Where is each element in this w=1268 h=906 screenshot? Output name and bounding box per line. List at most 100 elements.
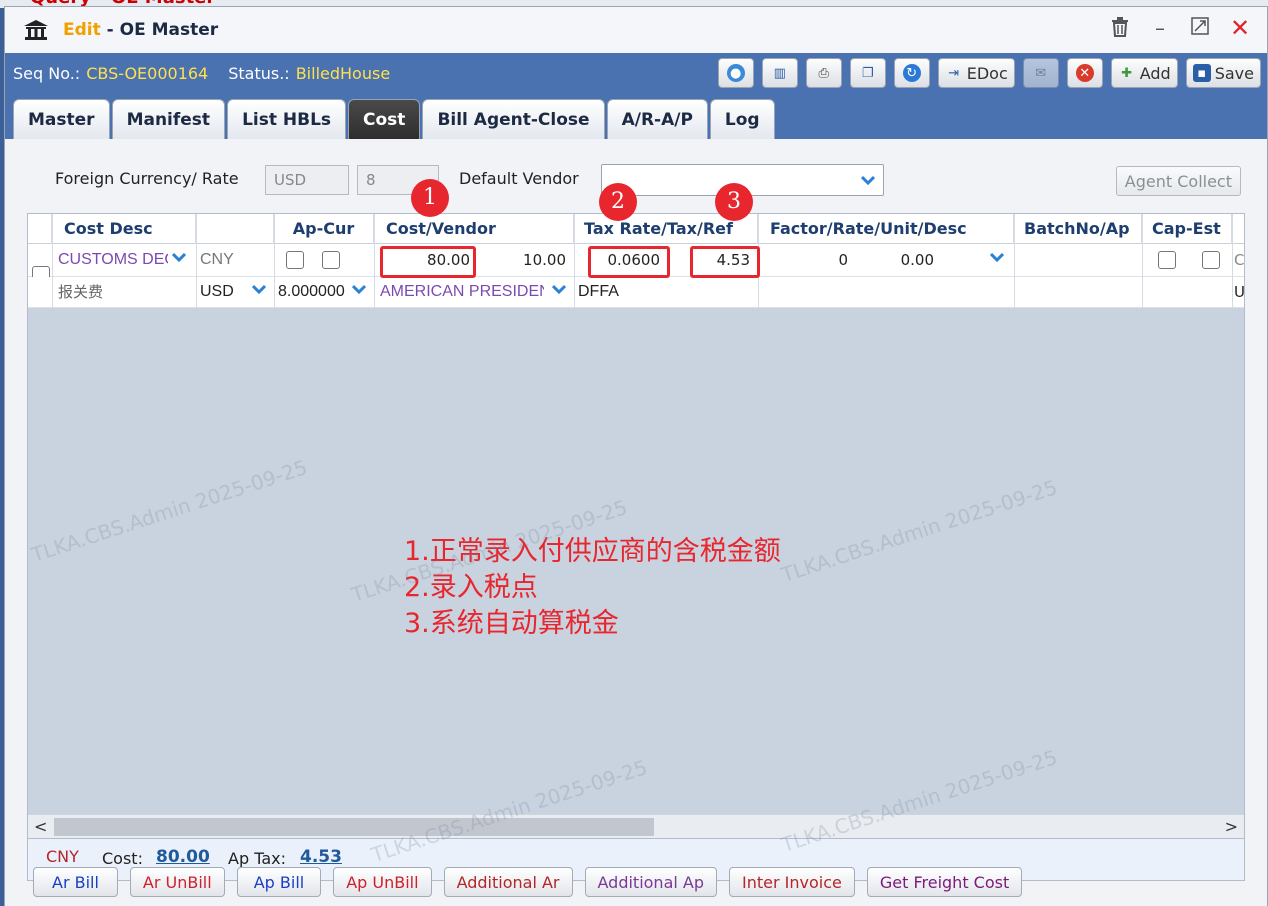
close-icon[interactable]: ✕ [1229, 16, 1251, 40]
inter-invoice-button[interactable]: Inter Invoice [729, 867, 855, 897]
login-icon: ⇥ [948, 65, 960, 81]
ar-unbill-button[interactable]: Ar UnBill [129, 867, 225, 897]
default-vendor-label: Default Vendor [459, 169, 579, 188]
header-cost-desc: Cost Desc [52, 214, 196, 244]
truncated-cell: U [1234, 283, 1245, 301]
currency-field[interactable]: USD [265, 165, 349, 195]
globe-icon: ● [726, 64, 745, 82]
grid-line [1232, 214, 1233, 308]
tab-log[interactable]: Log [709, 99, 775, 139]
ref-field[interactable]: DFFA [578, 277, 619, 307]
ap-unbill-button[interactable]: Ap UnBill [333, 867, 432, 897]
cap-checkbox[interactable] [1158, 251, 1176, 269]
cost-total-value[interactable]: 80.00 [156, 847, 210, 867]
chevron-down-icon[interactable] [171, 248, 187, 266]
seq-label: Seq No.: [13, 63, 81, 83]
refresh-button[interactable]: ↻ [893, 58, 930, 88]
toolbar: ● ▥ ⎙ ❐ ↻ ⇥ EDoc ✉ ✕ ✚ Add ▪ Save [717, 58, 1261, 88]
chevron-down-icon[interactable] [551, 280, 567, 298]
foreign-currency-label: Foreign Currency/ Rate [55, 169, 239, 188]
grid-line [196, 214, 197, 308]
annotation-text: 1.正常录入付供应商的含税金额 2.录入税点 3.系统自动算税金 [404, 534, 781, 642]
edoc-button[interactable]: ⇥ EDoc [937, 58, 1015, 88]
vendor-amount-field[interactable]: 10.00 [478, 245, 566, 275]
horizontal-scrollbar[interactable]: < > [28, 814, 1244, 838]
grid-line [1014, 214, 1015, 308]
ap-cur-value: CNY [200, 251, 234, 268]
minimize-icon[interactable]: – [1149, 17, 1171, 39]
trash-icon[interactable] [1109, 17, 1131, 39]
additional-ar-label: Additional Ar [456, 872, 560, 892]
ar-unbill-label: Ar UnBill [142, 872, 212, 892]
header-blank [196, 214, 274, 244]
copy-icon: ❐ [861, 65, 874, 81]
tab-bill-agent-close[interactable]: Bill Agent-Close [422, 99, 605, 139]
seq-status-bar: Seq No.: CBS-OE000164 Status.: BilledHou… [5, 53, 1267, 93]
vendor-select[interactable]: AMERICAN PRESIDEN [380, 277, 544, 307]
grid-line [374, 214, 375, 308]
title-mode: Edit [63, 20, 101, 40]
desc-cn: 报关费 [58, 283, 104, 301]
step-badge-2: 2 [599, 183, 637, 221]
header-cap-est: Cap-Est [1142, 214, 1232, 244]
tab-list-hbls[interactable]: List HBLs [227, 99, 347, 139]
tax-rate-highlight-box [588, 246, 670, 278]
agent-collect-button[interactable]: Agent Collect [1115, 166, 1241, 196]
add-button[interactable]: ✚ Add [1110, 58, 1178, 88]
email-button[interactable]: ✉ [1022, 58, 1059, 88]
ar-bill-label: Ar Bill [52, 872, 99, 892]
envelope-icon: ✉ [1035, 65, 1047, 81]
save-label: Save [1214, 63, 1254, 83]
annotation-line-1: 1.正常录入付供应商的含税金额 [404, 536, 781, 567]
inter-invoice-label: Inter Invoice [742, 872, 842, 892]
maximize-icon[interactable] [1189, 17, 1211, 39]
tax-highlight-box [690, 246, 760, 278]
tabs-row: Master Manifest List HBLs Cost Bill Agen… [5, 93, 1267, 139]
window-title: Edit - OE Master [63, 20, 218, 40]
get-freight-cost-label: Get Freight Cost [879, 872, 1010, 892]
scroll-left-icon[interactable]: < [34, 815, 47, 838]
floppy-icon: ▪ [1192, 64, 1211, 82]
tab-manifest[interactable]: Manifest [111, 99, 226, 139]
additional-ar-button[interactable]: Additional Ar [443, 867, 573, 897]
get-freight-cost-button[interactable]: Get Freight Cost [866, 867, 1023, 897]
copy-button[interactable]: ❐ [849, 58, 886, 88]
scroll-thumb[interactable] [54, 818, 654, 836]
tab-cost[interactable]: Cost [348, 99, 421, 139]
scroll-right-icon[interactable]: > [1225, 815, 1238, 838]
rate-field[interactable]: 0.00 [868, 245, 934, 275]
tab-ar-ap[interactable]: A/R-A/P [606, 99, 708, 139]
header-cost-vendor: Cost/Vendor [374, 214, 574, 244]
exchange-rate-field[interactable]: 8.000000 [278, 277, 346, 307]
summary-currency: CNY [46, 847, 79, 866]
barcode-button[interactable]: ▥ [761, 58, 798, 88]
currency-select[interactable]: USD [200, 277, 234, 307]
cancel-button[interactable]: ✕ [1066, 58, 1103, 88]
chevron-down-icon[interactable] [251, 280, 267, 298]
print-button[interactable]: ⎙ [805, 58, 842, 88]
additional-ap-button[interactable]: Additional Ap [584, 867, 718, 897]
factor-field[interactable]: 0 [788, 245, 848, 275]
chevron-down-icon[interactable] [351, 280, 367, 298]
ap-tax-value[interactable]: 4.53 [300, 847, 342, 867]
est-checkbox[interactable] [1202, 251, 1220, 269]
ar-bill-button[interactable]: Ar Bill [33, 867, 118, 897]
printer-icon: ⎙ [818, 65, 829, 81]
checkbox[interactable] [322, 251, 340, 269]
status-label: Status.: [228, 63, 290, 83]
save-button[interactable]: ▪ Save [1185, 58, 1261, 88]
annotation-line-3: 3.系统自动算税金 [404, 608, 619, 639]
globe-button[interactable]: ● [717, 58, 754, 88]
tab-master[interactable]: Master [13, 99, 110, 139]
cost-total-label: Cost: [102, 849, 143, 868]
checkbox[interactable] [286, 251, 304, 269]
cost-desc-select[interactable]: CUSTOMS DEC [58, 245, 168, 275]
annotation-line-2: 2.录入税点 [404, 572, 538, 603]
chevron-down-icon[interactable] [989, 248, 1005, 266]
header-batchno: BatchNo/Ap [1014, 214, 1142, 244]
barcode-icon: ▥ [773, 65, 786, 81]
refresh-icon: ↻ [902, 64, 921, 82]
grid-line [274, 214, 275, 308]
edoc-label: EDoc [966, 63, 1008, 83]
ap-bill-button[interactable]: Ap Bill [236, 867, 322, 897]
